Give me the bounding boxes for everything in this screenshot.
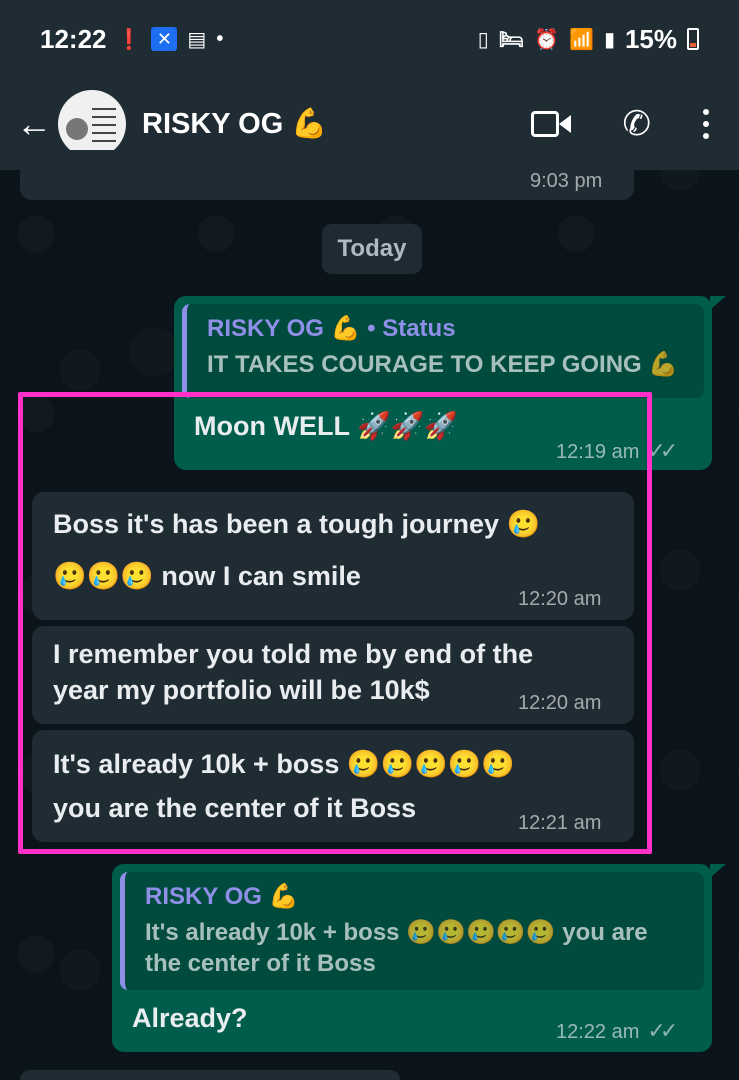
back-arrow-icon[interactable]: ← [16,103,56,145]
quoted-text-line: It's already 10k + boss 🥲🥲🥲🥲🥲 you are [145,919,648,946]
read-ticks-icon: ✓✓ [647,1018,678,1043]
signal-icon: ▮ [603,28,615,51]
dot-icon: • [216,27,224,50]
date-chip: Today [322,224,422,274]
avatar[interactable] [58,90,126,158]
quoted-message[interactable]: RISKY OG 💪 It's already 10k + boss 🥲🥲🥲🥲🥲… [120,872,704,990]
message-bubble-incoming[interactable]: 9:03 pm [20,150,634,200]
quoted-text: IT TAKES COURAGE TO KEEP GOING 💪 [207,351,679,378]
alarm-icon: ⏰ [534,28,560,51]
quoted-status[interactable]: RISKY OG 💪 • Status IT TAKES COURAGE TO … [182,304,704,398]
battery-saver-icon: ▯ [477,28,489,51]
contact-name[interactable]: RISKY OG 💪 [142,107,327,141]
message-time: 12:22 am [556,1021,640,1043]
status-bar: 12:22 ❗ ✕ ▤ • ▯ 🛏 ⏰ 📶 ▮ 15% [0,0,739,78]
calendar-icon: ▤ [187,28,207,51]
more-options-icon[interactable] [703,109,709,139]
alert-icon: ❗ [116,28,142,51]
message-bubble-incoming[interactable] [20,1070,400,1080]
quoted-sender: RISKY OG 💪 [145,883,299,910]
status-time: 12:22 [40,23,107,54]
battery-icon [687,28,699,50]
quoted-sender: RISKY OG 💪 • Status [207,315,456,342]
message-text: Already? [132,1003,248,1033]
sleep-icon: 🛏 [498,28,525,51]
battery-percent: 15% [624,23,677,54]
quoted-text-line: the center of it Boss [145,950,376,978]
wifi-icon: 📶 [569,28,594,51]
bubble-tail [710,296,726,310]
message-time: 9:03 pm [530,170,603,192]
bubble-tail [710,864,726,878]
highlight-frame [18,392,652,854]
message-bubble-outgoing[interactable]: RISKY OG 💪 It's already 10k + boss 🥲🥲🥲🥲🥲… [112,864,712,1052]
app-notification-icon: ✕ [151,27,178,51]
video-call-icon[interactable] [530,111,571,137]
phone-call-icon[interactable]: ✆ [623,104,652,144]
